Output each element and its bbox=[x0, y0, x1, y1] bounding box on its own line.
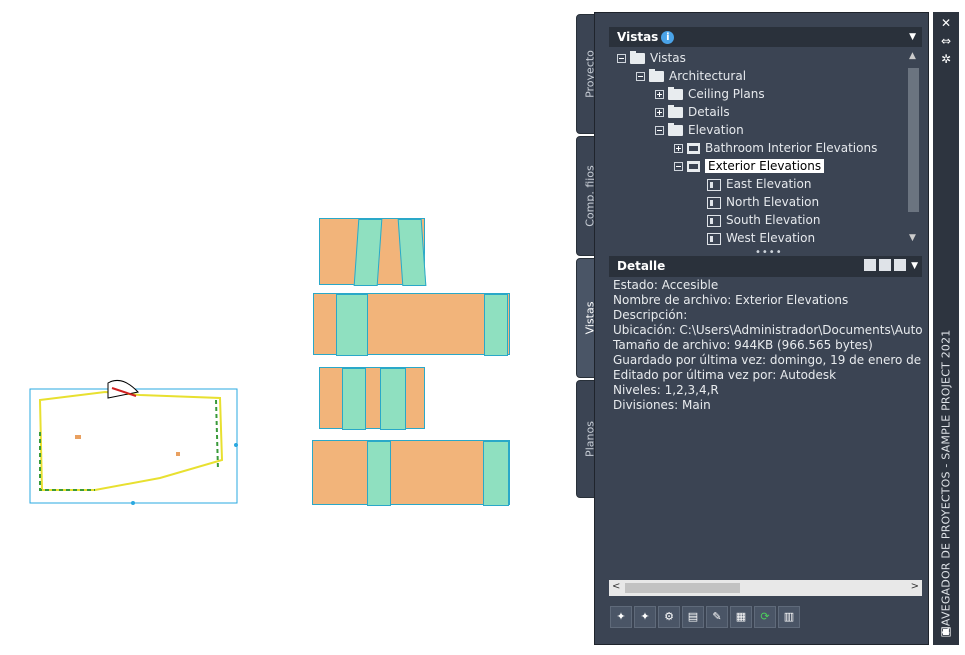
tree-item-label: Elevation bbox=[688, 123, 744, 137]
elevation-thumbnail bbox=[312, 440, 510, 506]
tree-scrollbar[interactable]: ▲ ▼ bbox=[906, 48, 921, 245]
detail-section-header[interactable]: Detalle ▼ bbox=[609, 256, 922, 277]
info-icon[interactable]: i bbox=[661, 31, 675, 44]
detail-line: Guardado por última vez: domingo, 19 de … bbox=[613, 353, 922, 367]
folder-icon bbox=[668, 105, 683, 118]
detail-line: Divisiones: Main bbox=[613, 398, 711, 412]
views-tree[interactable]: Vistas Architectural Ceiling Plans Detai… bbox=[609, 48, 922, 245]
tree-item-label: Vistas bbox=[650, 51, 686, 65]
views-section-title: Vistas bbox=[617, 30, 659, 44]
scroll-down-icon[interactable]: ▼ bbox=[909, 233, 916, 243]
tree-item-north-elevation[interactable]: North Elevation bbox=[707, 193, 819, 211]
chevron-down-icon[interactable]: ▼ bbox=[911, 256, 918, 276]
tree-item-east-elevation[interactable]: East Elevation bbox=[707, 175, 811, 193]
view-category-icon bbox=[687, 143, 700, 154]
expand-icon[interactable] bbox=[655, 90, 664, 99]
folder-open-icon bbox=[630, 51, 645, 64]
detail-line: Descripción: bbox=[613, 308, 688, 322]
refresh-icon[interactable]: ⟳ bbox=[754, 606, 776, 628]
drawing-canvas[interactable] bbox=[0, 0, 580, 651]
tree-item-ceiling-plans[interactable]: Ceiling Plans bbox=[655, 85, 765, 103]
detail-line: Editado por última vez por: Autodesk bbox=[613, 368, 837, 382]
detail-section-title: Detalle bbox=[617, 259, 666, 273]
expand-icon[interactable] bbox=[674, 144, 683, 153]
expand-icon[interactable] bbox=[655, 108, 664, 117]
tree-item-exterior-elevations[interactable]: Exterior Elevations bbox=[674, 157, 825, 175]
close-icon[interactable]: ✕ bbox=[938, 16, 954, 30]
collapse-icon[interactable] bbox=[674, 162, 683, 171]
tree-item-architectural[interactable]: Architectural bbox=[636, 67, 746, 85]
detail-line: Ubicación: C:\Users\Administrador\Docume… bbox=[613, 323, 922, 337]
new-view-icon[interactable]: ✦ bbox=[610, 606, 632, 628]
repath-icon[interactable]: ✎ bbox=[706, 606, 728, 628]
collapse-icon[interactable] bbox=[617, 54, 626, 63]
folder-open-icon bbox=[649, 69, 664, 82]
zoom-icon[interactable] bbox=[894, 259, 906, 271]
folder-open-icon bbox=[668, 123, 683, 136]
folder-icon bbox=[668, 87, 683, 100]
views-section-header[interactable]: Vistas i ▼ bbox=[609, 27, 922, 47]
view-icon bbox=[707, 232, 721, 245]
tree-item-label: Ceiling Plans bbox=[688, 87, 765, 101]
detail-line: Tamaño de archivo: 944KB (966.565 bytes) bbox=[613, 338, 873, 352]
project-icon[interactable]: ▣ bbox=[938, 624, 954, 638]
scrollbar-thumb[interactable] bbox=[908, 68, 919, 212]
new-detail-icon[interactable]: ✦ bbox=[634, 606, 656, 628]
tree-item-bathroom-interior-elevations[interactable]: Bathroom Interior Elevations bbox=[674, 139, 877, 157]
scroll-up-icon[interactable]: ▲ bbox=[909, 51, 916, 61]
tree-item-details[interactable]: Details bbox=[655, 103, 730, 121]
chevron-down-icon[interactable]: ▼ bbox=[909, 27, 916, 47]
tree-item-label: North Elevation bbox=[726, 195, 820, 209]
view-icon bbox=[707, 178, 721, 191]
detail-line: Estado: Accesible bbox=[613, 278, 719, 292]
tree-item-label-selected: Exterior Elevations bbox=[705, 159, 825, 173]
elevation-thumbnail bbox=[313, 293, 510, 356]
tree-item-label: East Elevation bbox=[726, 177, 812, 191]
tree-item-west-elevation[interactable]: West Elevation bbox=[707, 229, 815, 245]
tree-item-label: Bathroom Interior Elevations bbox=[705, 141, 878, 155]
new-section-icon[interactable]: ⚙ bbox=[658, 606, 680, 628]
detail-line: Nombre de archivo: Exterior Elevations bbox=[613, 293, 849, 307]
view-category-icon bbox=[687, 161, 700, 172]
scrollbar-thumb[interactable] bbox=[625, 583, 740, 593]
detail-content: Estado: Accesible Nombre de archivo: Ext… bbox=[609, 278, 922, 578]
elevation-thumbnail bbox=[319, 367, 425, 430]
collapse-icon[interactable] bbox=[655, 126, 664, 135]
auto-hide-icon[interactable]: ⇔ bbox=[938, 34, 954, 48]
properties-icon[interactable]: ▥ bbox=[778, 606, 800, 628]
tree-item-label: Details bbox=[688, 105, 730, 119]
elevation-thumbnail bbox=[319, 218, 427, 286]
xref-icon[interactable]: ▤ bbox=[682, 606, 704, 628]
tree-item-label: Architectural bbox=[669, 69, 747, 83]
collapse-icon[interactable] bbox=[636, 72, 645, 81]
sheet-set-icon[interactable]: ▦ bbox=[730, 606, 752, 628]
detail-horizontal-scrollbar[interactable]: < > bbox=[609, 580, 922, 596]
tree-item-south-elevation[interactable]: South Elevation bbox=[707, 211, 820, 229]
gear-icon[interactable]: ✲ bbox=[938, 52, 954, 66]
view-icon bbox=[707, 196, 721, 209]
open-icon[interactable] bbox=[864, 259, 876, 271]
palette-title: NAVEGADOR DE PROYECTOS - SAMPLE PROJECT … bbox=[939, 329, 953, 635]
palette-title-bar[interactable]: ✕ ⇔ ✲ NAVEGADOR DE PROYECTOS - SAMPLE PR… bbox=[933, 12, 959, 645]
scroll-right-icon[interactable]: > bbox=[911, 581, 919, 592]
tree-item-label: West Elevation bbox=[726, 231, 816, 245]
tree-item-label: South Elevation bbox=[726, 213, 821, 227]
tree-item-elevation[interactable]: Elevation bbox=[655, 121, 744, 139]
scroll-left-icon[interactable]: < bbox=[612, 581, 620, 592]
tree-item-vistas[interactable]: Vistas bbox=[617, 49, 686, 67]
detail-line: Niveles: 1,2,3,4,R bbox=[613, 383, 719, 397]
bottom-toolbar: ✦ ✦ ⚙ ▤ ✎ ▦ ⟳ ▥ bbox=[609, 604, 801, 630]
view-icon bbox=[707, 214, 721, 227]
preview-icon[interactable] bbox=[879, 259, 891, 271]
